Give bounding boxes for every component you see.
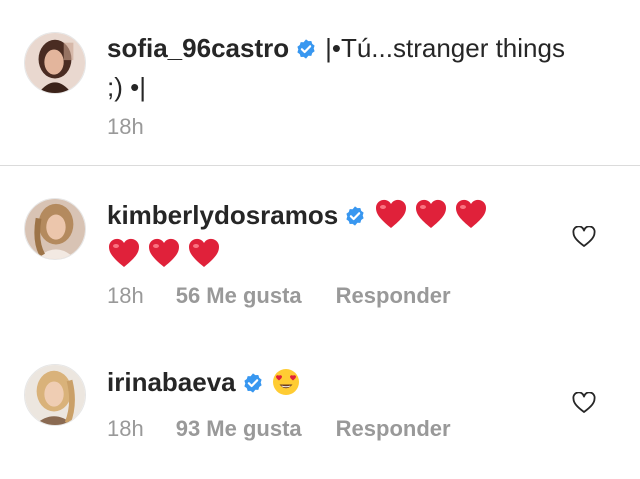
like-comment-heart-icon[interactable] bbox=[572, 392, 596, 414]
comment-meta: 18h 56 Me gusta Responder bbox=[107, 283, 451, 309]
comment-text-block: kimberlydosramos bbox=[107, 196, 570, 274]
reply-button[interactable]: Responder bbox=[336, 283, 451, 309]
avatar[interactable] bbox=[24, 364, 86, 426]
red-heart-emoji-icon bbox=[107, 237, 141, 269]
verified-badge-icon bbox=[242, 372, 264, 394]
comment-username[interactable]: kimberlydosramos bbox=[107, 200, 338, 230]
heart-eyes-emoji-icon bbox=[272, 368, 300, 396]
caption-text-block: sofia_96castro |•Tú...stranger things ;) … bbox=[107, 29, 570, 107]
comment-likes-count[interactable]: 56 Me gusta bbox=[176, 283, 302, 309]
verified-badge-icon bbox=[295, 38, 317, 60]
caption-username[interactable]: sofia_96castro bbox=[107, 33, 289, 63]
avatar[interactable] bbox=[24, 32, 86, 94]
red-heart-emoji-icon bbox=[187, 237, 221, 269]
red-heart-emoji-icon bbox=[454, 198, 488, 230]
avatar[interactable] bbox=[24, 198, 86, 260]
comment-meta: 18h 93 Me gusta Responder bbox=[107, 416, 451, 442]
red-heart-emoji-icon bbox=[147, 237, 181, 269]
comment-timestamp: 18h bbox=[107, 283, 144, 308]
comment-text-block: irinabaeva bbox=[107, 363, 570, 402]
divider bbox=[0, 165, 640, 166]
caption-meta: 18h bbox=[107, 114, 176, 140]
red-heart-emoji-icon bbox=[414, 198, 448, 230]
comment-username[interactable]: irinabaeva bbox=[107, 367, 236, 397]
verified-badge-icon bbox=[344, 205, 366, 227]
comment-likes-count[interactable]: 93 Me gusta bbox=[176, 416, 302, 442]
like-comment-heart-icon[interactable] bbox=[572, 226, 596, 248]
reply-button[interactable]: Responder bbox=[336, 416, 451, 442]
red-heart-emoji-icon bbox=[374, 198, 408, 230]
comment-timestamp: 18h bbox=[107, 416, 144, 441]
post-caption: sofia_96castro |•Tú...stranger things ;) … bbox=[0, 0, 640, 165]
caption-timestamp: 18h bbox=[107, 114, 144, 139]
